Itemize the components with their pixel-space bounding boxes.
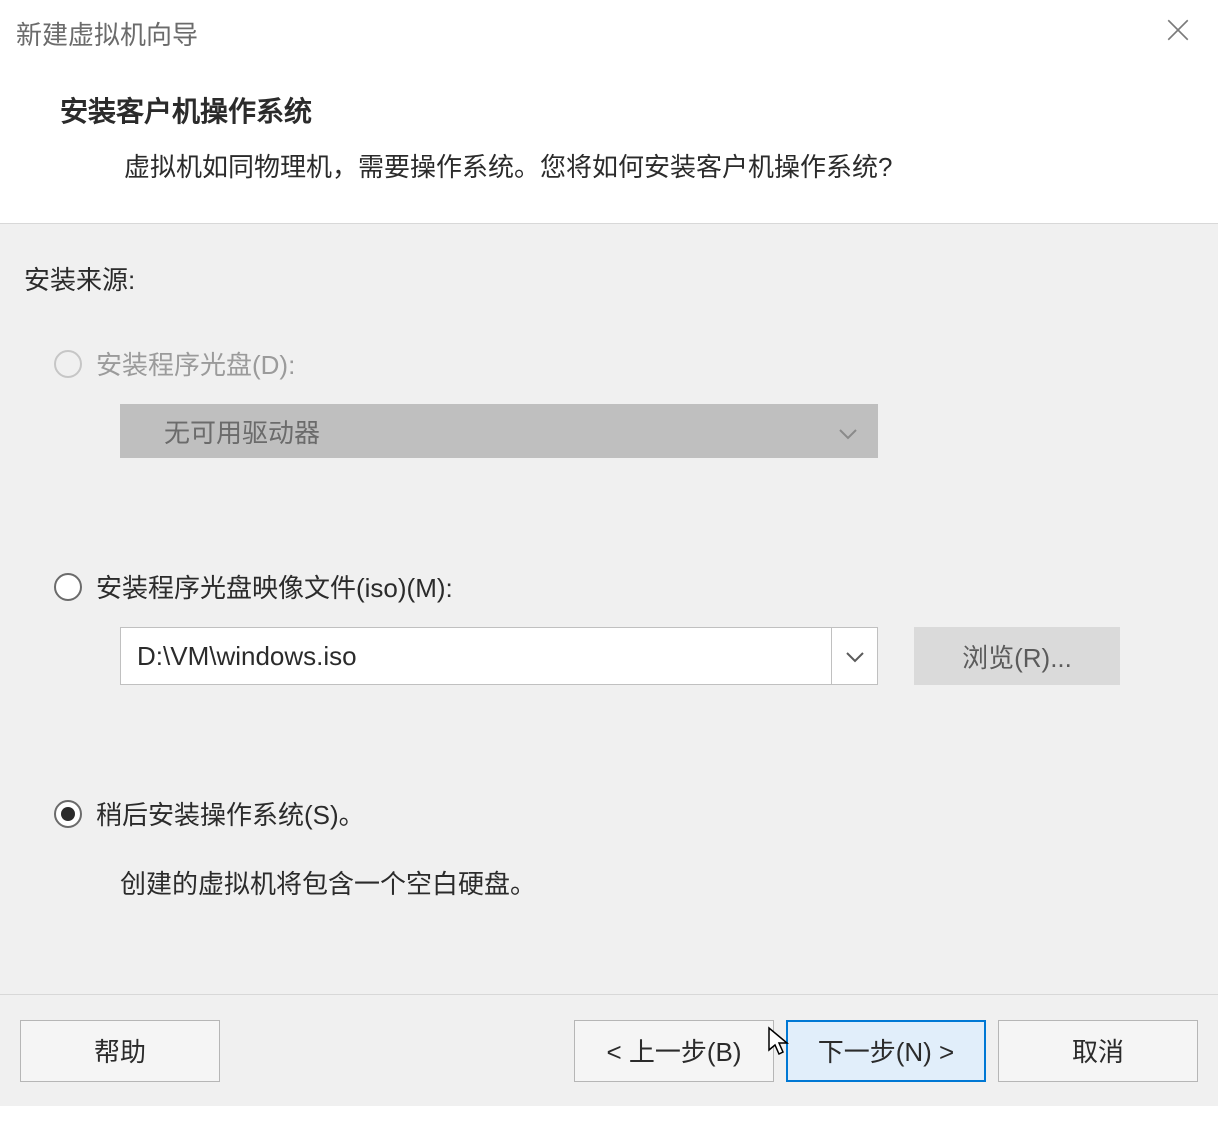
close-icon xyxy=(1165,17,1191,50)
iso-path-dropdown-button[interactable] xyxy=(831,628,877,684)
iso-row: D:\VM\windows.iso 浏览(R)... xyxy=(120,627,1194,685)
option-iso-block: 安装程序光盘映像文件(iso)(M): D:\VM\windows.iso 浏览… xyxy=(54,568,1194,685)
radio-group: 安装程序光盘(D): 无可用驱动器 安装程序光盘映像文件(iso)(M): D:… xyxy=(24,345,1194,901)
help-button[interactable]: 帮助 xyxy=(20,1020,220,1082)
page-title: 安装客户机操作系统 xyxy=(60,90,1158,130)
content-area: 安装来源: 安装程序光盘(D): 无可用驱动器 安装程序光盘映像文件(iso)(… xyxy=(0,224,1218,994)
titlebar: 新建虚拟机向导 xyxy=(0,0,1218,66)
iso-path-text: D:\VM\windows.iso xyxy=(121,628,831,684)
close-button[interactable] xyxy=(1158,13,1198,53)
install-source-label: 安装来源: xyxy=(24,260,1194,297)
radio-disc-row[interactable]: 安装程序光盘(D): xyxy=(54,345,1194,382)
radio-iso-row[interactable]: 安装程序光盘映像文件(iso)(M): xyxy=(54,568,1194,605)
disc-dropdown-text: 无可用驱动器 xyxy=(164,413,320,450)
browse-button[interactable]: 浏览(R)... xyxy=(914,627,1120,685)
radio-iso-label: 安装程序光盘映像文件(iso)(M): xyxy=(96,568,453,605)
chevron-down-icon xyxy=(838,416,858,447)
header-section: 安装客户机操作系统 虚拟机如同物理机，需要操作系统。您将如何安装客户机操作系统? xyxy=(0,66,1218,223)
footer: 帮助 < 上一步(B) 下一步(N) > 取消 xyxy=(0,994,1218,1106)
back-button[interactable]: < 上一步(B) xyxy=(574,1020,774,1082)
window-title: 新建虚拟机向导 xyxy=(16,15,198,52)
chevron-down-icon xyxy=(845,642,865,670)
radio-disc-label: 安装程序光盘(D): xyxy=(96,345,295,382)
disc-dropdown: 无可用驱动器 xyxy=(120,404,878,458)
radio-later-row[interactable]: 稍后安装操作系统(S)。 xyxy=(54,795,1194,832)
radio-later[interactable] xyxy=(54,800,82,828)
radio-iso[interactable] xyxy=(54,573,82,601)
option-disc-block: 安装程序光盘(D): 无可用驱动器 xyxy=(54,345,1194,458)
next-button[interactable]: 下一步(N) > xyxy=(786,1020,986,1082)
cancel-button[interactable]: 取消 xyxy=(998,1020,1198,1082)
iso-path-combo[interactable]: D:\VM\windows.iso xyxy=(120,627,878,685)
option-later-block: 稍后安装操作系统(S)。 创建的虚拟机将包含一个空白硬盘。 xyxy=(54,795,1194,901)
later-note: 创建的虚拟机将包含一个空白硬盘。 xyxy=(120,864,1194,901)
radio-disc xyxy=(54,350,82,378)
page-subtitle: 虚拟机如同物理机，需要操作系统。您将如何安装客户机操作系统? xyxy=(60,148,1158,187)
radio-later-label: 稍后安装操作系统(S)。 xyxy=(96,795,365,832)
